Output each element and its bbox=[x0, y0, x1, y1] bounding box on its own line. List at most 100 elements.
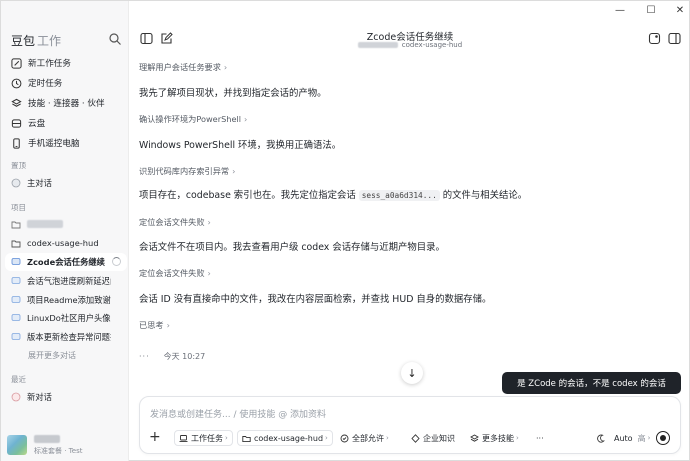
brand-name: 豆包 bbox=[11, 34, 36, 48]
work-task-chip[interactable]: 工作任务 › bbox=[174, 430, 233, 446]
chevron-right-icon: › bbox=[207, 268, 211, 278]
model-label: Auto bbox=[614, 433, 633, 443]
clock-icon bbox=[11, 78, 22, 88]
message-input[interactable]: 发消息或创建任务... / 使用技能 @ 添加资料 bbox=[150, 407, 326, 420]
send-button[interactable] bbox=[656, 431, 670, 445]
sidebar-thread-active[interactable]: Zcode会话任务继续 bbox=[5, 253, 127, 271]
thinking-step[interactable]: 理解用户会话任务要求 › bbox=[139, 61, 227, 73]
chevron-right-icon: › bbox=[244, 114, 248, 124]
nav-skills[interactable]: 技能 · 连接器 · 伙伴 bbox=[1, 93, 129, 113]
chevron-right-icon: › bbox=[647, 434, 651, 442]
window-icon[interactable] bbox=[648, 32, 661, 45]
laptop-icon bbox=[179, 434, 188, 442]
sidebar-thread[interactable]: 会话气泡进度刷新延迟问题 bbox=[1, 272, 129, 290]
chat-bubble-icon bbox=[11, 258, 21, 265]
chip-label: 企业知识 bbox=[423, 433, 455, 443]
nav-label: 定时任务 bbox=[28, 79, 63, 89]
step-label: 理解用户会话任务要求 bbox=[139, 62, 221, 72]
project-chip[interactable]: codex-usage-hud › bbox=[237, 430, 333, 446]
knowledge-icon bbox=[411, 433, 420, 443]
phone-icon bbox=[13, 137, 20, 149]
sidebar-thread[interactable]: 版本更新检查异常问题排查 bbox=[1, 328, 129, 346]
thread-label: 项目Readme添加致谢模块 bbox=[27, 295, 111, 305]
sidebar-item-new-chat[interactable]: 新对话 bbox=[1, 388, 129, 406]
level-label: 高 bbox=[637, 433, 646, 443]
folder-icon bbox=[11, 240, 21, 248]
minimize-button[interactable]: — bbox=[612, 5, 628, 16]
user-plan: 标准套餐 · Test bbox=[34, 447, 83, 455]
folder-icon bbox=[11, 221, 21, 229]
section-recent: 最近 bbox=[11, 375, 26, 384]
chip-label: codex-usage-hud bbox=[254, 433, 324, 443]
folder-icon bbox=[242, 435, 251, 442]
assistant-message: 项目存在，codebase 索引也在。我先定位指定会话 sess_a0a6d31… bbox=[139, 187, 527, 201]
title-bar: — ☐ ✕ Zcode会话任务继续 codex-usage-hud bbox=[130, 1, 690, 55]
skills-chip[interactable]: 更多技能 › bbox=[466, 430, 523, 446]
chat-bubble-icon bbox=[11, 296, 21, 303]
thread-label: codex-usage-hud bbox=[27, 238, 99, 248]
edit-icon bbox=[11, 57, 22, 69]
permission-chip[interactable]: 全部允许 › bbox=[336, 430, 393, 446]
panel-toggle-icon[interactable] bbox=[668, 32, 681, 45]
maximize-button[interactable]: ☐ bbox=[643, 5, 659, 16]
nav-label: 技能 · 连接器 · 伙伴 bbox=[28, 99, 105, 109]
chat-bubble-icon bbox=[11, 314, 21, 321]
chat-icon bbox=[11, 392, 21, 402]
redacted-project-name bbox=[27, 220, 63, 228]
scroll-to-bottom-button[interactable]: ↓ bbox=[401, 362, 423, 384]
close-button[interactable]: ✕ bbox=[672, 5, 688, 16]
chevron-right-icon: › bbox=[207, 217, 211, 227]
sidebar-project-hidden[interactable] bbox=[1, 215, 129, 233]
brand-sub: 工作 bbox=[37, 34, 62, 48]
nav-label: 新工作任务 bbox=[28, 59, 71, 69]
step-label: 已思考 bbox=[139, 320, 164, 330]
sidebar-item-main-chat[interactable]: 主对话 bbox=[1, 174, 129, 192]
sidebar-project-codex[interactable]: codex-usage-hud bbox=[1, 234, 129, 252]
sidebar-thread[interactable]: LinuxDo社区用户头像设置 bbox=[1, 309, 129, 327]
nav-label: 云盘 bbox=[28, 119, 46, 129]
thinking-step[interactable]: 定位会话文件失败 › bbox=[139, 216, 211, 228]
avatar bbox=[7, 435, 27, 455]
timestamp: 今天 10:27 bbox=[163, 352, 206, 361]
more-options-icon[interactable]: ··· bbox=[139, 352, 150, 361]
nav-new-task[interactable]: 新工作任务 bbox=[1, 53, 129, 73]
assistant-message: 会话文件不在项目内。我去查看用户级 codex 会话存储与近期产物目录。 bbox=[139, 242, 445, 253]
session-id-code: sess_a0a6d314... bbox=[358, 190, 440, 201]
model-selector[interactable]: Auto 高 › bbox=[592, 430, 654, 446]
nav-phone-remote[interactable]: 手机遥控电脑 bbox=[1, 133, 129, 153]
chevron-right-icon: › bbox=[386, 434, 389, 442]
search-icon[interactable] bbox=[108, 32, 122, 46]
sidebar-thread[interactable]: 项目Readme添加致谢模块 bbox=[1, 291, 129, 309]
user-name-redacted bbox=[34, 435, 60, 443]
chevron-right-icon: › bbox=[516, 434, 519, 442]
cloud-icon bbox=[11, 118, 22, 128]
thinking-step[interactable]: 确认操作环境为PowerShell › bbox=[139, 113, 247, 125]
thinking-step[interactable]: 定位会话文件失败 › bbox=[139, 267, 211, 279]
moon-icon bbox=[597, 434, 605, 443]
chevron-right-icon: › bbox=[325, 434, 328, 442]
thread-label: 主对话 bbox=[27, 178, 52, 188]
chip-label: 工作任务 bbox=[191, 433, 223, 443]
expand-more-conversations[interactable]: 展开更多对话 bbox=[28, 350, 76, 361]
section-pinned: 置顶 bbox=[11, 161, 26, 170]
knowledge-chip[interactable]: 企业知识 bbox=[407, 430, 459, 446]
add-attachment-button[interactable]: + bbox=[149, 430, 161, 444]
sidebar-nav: 新工作任务 定时任务 技能 · 连接器 · 伙伴 云盘 手机遥控电脑 bbox=[1, 53, 129, 153]
loading-spinner-icon bbox=[112, 257, 121, 266]
shield-icon bbox=[340, 434, 349, 442]
user-profile[interactable]: 标准套餐 · Test bbox=[7, 433, 127, 457]
step-label: 确认操作环境为PowerShell bbox=[139, 114, 242, 124]
sidebar: 豆包 工作 新工作任务 定时任务 技能 · 连接器 · 伙伴 云盘 手机遥控电脑… bbox=[1, 1, 129, 461]
thread-label: Zcode会话任务继续 bbox=[27, 257, 105, 267]
nav-cloud[interactable]: 云盘 bbox=[1, 113, 129, 133]
thinking-step[interactable]: 识别代码库内存索引异常 › bbox=[139, 165, 235, 177]
composer: 发消息或创建任务... / 使用技能 @ 添加资料 + 工作任务 › codex-… bbox=[139, 396, 681, 454]
layers-icon bbox=[470, 433, 479, 442]
thinking-step[interactable]: 已思考 › bbox=[139, 319, 170, 331]
nav-label: 手机遥控电脑 bbox=[28, 139, 80, 149]
chat-bubble-icon bbox=[11, 333, 21, 340]
message-text: 的文件与相关结论。 bbox=[442, 190, 528, 201]
nav-scheduled[interactable]: 定时任务 bbox=[1, 73, 129, 93]
more-tools-button[interactable]: ··· bbox=[532, 430, 548, 446]
message-meta: ··· 今天 10:27 bbox=[139, 351, 205, 362]
